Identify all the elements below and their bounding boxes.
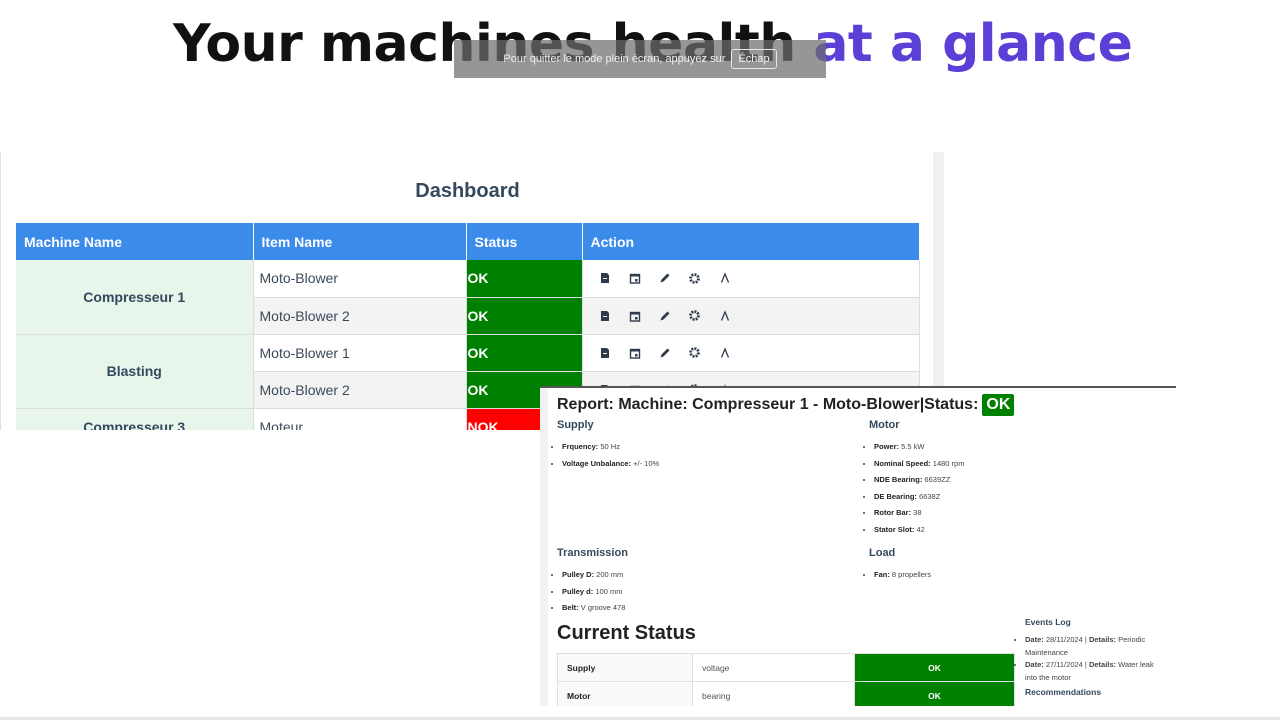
edit-icon[interactable] bbox=[657, 345, 673, 361]
report-panel-edge bbox=[540, 388, 548, 706]
machine-name-cell: Blasting bbox=[16, 334, 254, 409]
events-log-list: Date: 28/11/2024 | Details: Periodic Mai… bbox=[1016, 634, 1166, 684]
spec-item: Stator Slot: 42 bbox=[874, 522, 964, 539]
status-cell: OK bbox=[466, 297, 583, 335]
status-category-cell: Supply bbox=[557, 653, 693, 682]
report-panel: Report: Machine: Compresseur 1 - Moto-Bl… bbox=[540, 386, 1176, 706]
settings-icon[interactable] bbox=[687, 308, 703, 324]
event-item: Date: 27/11/2024 | Details: Water leak i… bbox=[1025, 659, 1166, 684]
action-cell bbox=[582, 334, 920, 372]
spec-item: Power: 5.5 kW bbox=[874, 439, 964, 456]
column-header-item-name: Item Name bbox=[253, 223, 467, 260]
current-status-table: Supply voltage OK Motor bearing OK bbox=[557, 653, 1015, 706]
machine-name-cell: Compresseur 1 bbox=[16, 260, 254, 335]
calendar-icon[interactable] bbox=[627, 308, 643, 324]
report-icon[interactable] bbox=[597, 345, 613, 361]
spec-item: Rotor Bar: 38 bbox=[874, 505, 964, 522]
table-row: Compresseur 1 Moto-Blower OK bbox=[16, 260, 920, 335]
spec-item: DE Bearing: 6638Z bbox=[874, 489, 964, 506]
current-status-title: Current Status bbox=[557, 622, 696, 644]
spec-item: NDE Bearing: 6639ZZ bbox=[874, 472, 964, 489]
status-item-cell: bearing bbox=[692, 681, 855, 706]
load-section-title: Load bbox=[869, 547, 896, 559]
machine-name-cell: Compresseur 3 bbox=[16, 408, 254, 430]
column-header-action: Action bbox=[582, 223, 920, 260]
hero-title-accent: at a glance bbox=[813, 14, 1133, 74]
item-name-cell: Moto-Blower 2 bbox=[253, 297, 467, 335]
transmission-section-title: Transmission bbox=[557, 547, 628, 559]
table-row: Blasting Moto-Blower 1 OK bbox=[16, 334, 920, 409]
status-category-cell: Motor bbox=[557, 681, 693, 706]
edit-icon[interactable] bbox=[657, 270, 673, 286]
chart-icon[interactable] bbox=[717, 308, 733, 324]
status-badge: OK bbox=[982, 394, 1015, 416]
table-row: Motor bearing OK bbox=[557, 681, 1015, 706]
spec-item: Frquency: 50 Hz bbox=[562, 439, 659, 456]
supply-section-title: Supply bbox=[557, 419, 594, 431]
column-header-status: Status bbox=[466, 223, 583, 260]
spec-item: Voltage Unbalance: +/- 10% bbox=[562, 456, 659, 473]
spec-item: Pulley D: 200 mm bbox=[562, 567, 625, 584]
report-title: Report: Machine: Compresseur 1 - Moto-Bl… bbox=[557, 394, 1015, 416]
event-item: Date: 28/11/2024 | Details: Periodic Mai… bbox=[1025, 634, 1166, 659]
status-value-cell: OK bbox=[854, 653, 1015, 682]
report-title-text: Report: Machine: Compresseur 1 - Moto-Bl… bbox=[557, 396, 979, 413]
status-cell: OK bbox=[466, 260, 583, 298]
status-item-cell: voltage bbox=[692, 653, 855, 682]
calendar-icon[interactable] bbox=[627, 270, 643, 286]
settings-icon[interactable] bbox=[687, 270, 703, 286]
chart-icon[interactable] bbox=[717, 270, 733, 286]
report-icon[interactable] bbox=[597, 308, 613, 324]
report-icon[interactable] bbox=[597, 270, 613, 286]
table-header-row: Machine Name Item Name Status Action bbox=[16, 223, 920, 260]
action-cell bbox=[582, 260, 920, 298]
transmission-list: Pulley D: 200 mmPulley d: 100 mmBelt: V … bbox=[553, 567, 625, 617]
supply-list: Frquency: 50 HzVoltage Unbalance: +/- 10… bbox=[553, 439, 659, 472]
item-name-cell: Moto-Blower bbox=[253, 260, 467, 298]
settings-icon[interactable] bbox=[687, 345, 703, 361]
spec-item: Fan: 8 propellers bbox=[874, 567, 931, 584]
events-log-title: Events Log bbox=[1025, 617, 1071, 627]
item-name-cell: Moto-Blower 1 bbox=[253, 334, 467, 372]
spec-item: Belt: V groove 478 bbox=[562, 600, 625, 617]
motor-list: Power: 5.5 kWNominal Speed: 1480 rpmNDE … bbox=[865, 439, 964, 539]
spec-item: Nominal Speed: 1480 rpm bbox=[874, 456, 964, 473]
toast-text: Pour quitter le mode plein écran, appuye… bbox=[503, 53, 726, 65]
chart-icon[interactable] bbox=[717, 345, 733, 361]
load-list: Fan: 8 propellers bbox=[865, 567, 931, 584]
calendar-icon[interactable] bbox=[627, 345, 643, 361]
column-header-machine-name: Machine Name bbox=[16, 223, 254, 260]
status-value-cell: OK bbox=[854, 681, 1015, 706]
status-cell: OK bbox=[466, 334, 583, 372]
fullscreen-exit-toast: Pour quitter le mode plein écran, appuye… bbox=[454, 40, 826, 78]
item-name-cell: Moto-Blower 2 bbox=[253, 371, 467, 409]
table-row: Supply voltage OK bbox=[557, 653, 1015, 682]
recommendations-title: Recommendations bbox=[1025, 687, 1102, 697]
motor-section-title: Motor bbox=[869, 419, 900, 431]
escape-key-hint: Échap bbox=[731, 49, 777, 69]
dashboard-title: Dashboard bbox=[415, 180, 520, 202]
edit-icon[interactable] bbox=[657, 308, 673, 324]
spec-item: Pulley d: 100 mm bbox=[562, 584, 625, 601]
action-cell bbox=[582, 297, 920, 335]
item-name-cell: Moteur bbox=[253, 408, 467, 430]
